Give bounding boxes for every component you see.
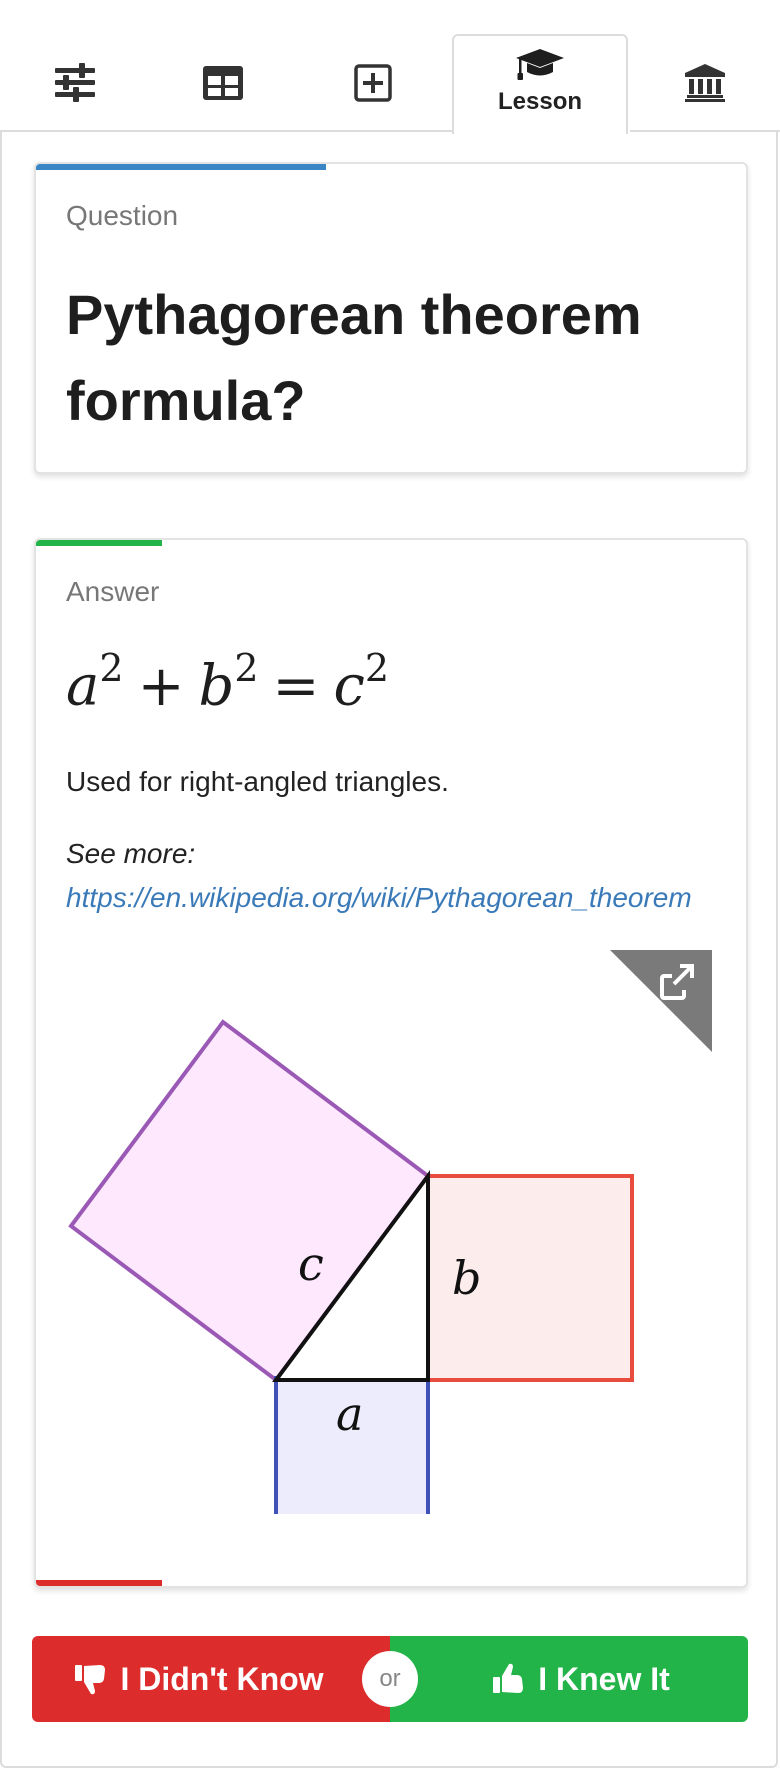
formula-a: a [66, 653, 100, 719]
tab-bar: Lesson [0, 0, 780, 134]
sliders-icon [55, 63, 95, 102]
didnt-know-button[interactable]: I Didn't Know [32, 1636, 390, 1722]
tab-library[interactable] [630, 34, 780, 132]
formula-equals: = [272, 653, 320, 719]
knew-it-button[interactable]: I Knew It [390, 1636, 748, 1722]
question-label: Question [66, 200, 179, 231]
label-c: c [298, 1237, 324, 1291]
question-title: Pythagorean theorem formula? [66, 283, 642, 432]
table-icon [203, 66, 243, 100]
label-a: a [336, 1387, 363, 1441]
formula-exp: 2 [99, 646, 124, 690]
answer-accent-bottom [36, 1580, 162, 1586]
tab-add[interactable] [298, 34, 448, 132]
see-more-label: See more: [66, 838, 196, 869]
progress-accent [36, 164, 326, 170]
graduation-cap-icon [516, 49, 564, 80]
knew-it-label: I Knew It [538, 1660, 670, 1697]
or-badge: or [362, 1651, 418, 1707]
answer-text: Used for right-angled triangles. [66, 766, 449, 797]
thumbs-down-icon [75, 1665, 106, 1695]
answer-card: Answer a2 + b2 = c2 Used for right-angled tr… [34, 538, 748, 1588]
formula-exp: 2 [364, 646, 390, 690]
open-image-button[interactable] [610, 950, 712, 1052]
question-card: Question Pythagorean theorem formula? [34, 162, 748, 474]
formula-plus: + [137, 653, 185, 719]
answer-accent-top [36, 540, 162, 546]
plus-square-icon [354, 64, 392, 102]
flashcard-app: Lesson Question Pythagorean theorem form… [0, 0, 780, 1782]
thumbs-up-icon [493, 1663, 524, 1693]
formula-b: b [198, 653, 235, 719]
answer-buttons: I Didn't Know I Knew It or [32, 1636, 748, 1722]
museum-icon [685, 64, 725, 102]
formula: a2 + b2 = c2 [66, 646, 389, 719]
tab-settings[interactable] [0, 34, 150, 132]
tab-lesson-label: Lesson [497, 88, 583, 115]
formula-exp: 2 [234, 646, 259, 690]
answer-label: Answer [66, 576, 160, 607]
didnt-know-label: I Didn't Know [120, 1660, 324, 1697]
tab-lesson[interactable]: Lesson [452, 34, 628, 134]
see-more-link[interactable]: https://en.wikipedia.org/wiki/Pythagorea… [66, 882, 692, 914]
label-b: b [452, 1251, 481, 1305]
tab-table[interactable] [148, 34, 298, 132]
formula-c: c [333, 653, 365, 719]
